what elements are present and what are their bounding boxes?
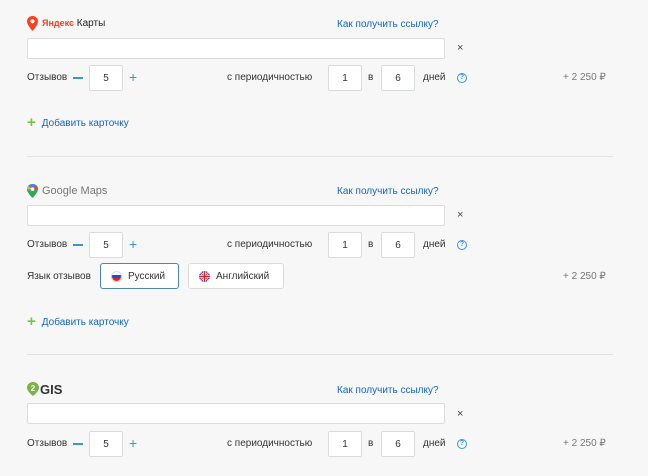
period-label: с периодичностью xyxy=(227,72,313,83)
plus-icon: + xyxy=(27,313,36,330)
divider xyxy=(27,156,613,157)
reviews-label: Отзывов xyxy=(27,239,68,250)
how-to-get-link[interactable]: Как получить ссылку? xyxy=(337,19,439,30)
yandex-logo-text: Яндекс Карты xyxy=(42,17,106,29)
language-option-label: Русский xyxy=(128,270,166,282)
add-card-button[interactable]: + Добавить карточку xyxy=(27,114,129,131)
period-in-label: в xyxy=(368,72,374,83)
period-count-input[interactable]: 1 xyxy=(328,65,362,91)
add-card-label: Добавить карточку xyxy=(41,117,129,129)
close-icon[interactable]: × xyxy=(457,209,463,221)
period-label: с периодичностью xyxy=(227,239,313,250)
map-pin-icon xyxy=(27,15,38,31)
language-option-russian[interactable]: Русский xyxy=(100,263,179,289)
google-logo-text: Google Maps xyxy=(42,185,108,197)
minus-icon[interactable] xyxy=(73,244,83,246)
yandex-section: Яндекс Карты Как получить ссылку? × Отзы… xyxy=(0,0,648,160)
how-to-get-link[interactable]: Как получить ссылку? xyxy=(337,186,439,197)
uk-flag-icon xyxy=(199,270,210,282)
reviews-label: Отзывов xyxy=(27,72,68,83)
close-icon[interactable]: × xyxy=(457,42,463,54)
minus-icon[interactable] xyxy=(73,77,83,79)
help-icon[interactable]: ? xyxy=(457,439,467,449)
google-maps-logo: Google Maps xyxy=(27,183,107,199)
plus-icon[interactable]: + xyxy=(129,436,137,450)
days-label: дней xyxy=(423,239,446,250)
plus-icon: + xyxy=(27,114,36,131)
add-card-button[interactable]: + Добавить карточку xyxy=(27,313,129,330)
plus-icon[interactable]: + xyxy=(129,70,137,84)
period-days-input[interactable]: 6 xyxy=(381,65,415,91)
reviews-count-input[interactable]: 5 xyxy=(89,232,123,258)
twogis-logo: 2 GIS xyxy=(27,381,62,397)
price-label: + 2 250 ₽ xyxy=(563,438,606,449)
help-icon[interactable]: ? xyxy=(457,73,467,83)
period-days-input[interactable]: 6 xyxy=(381,232,415,258)
how-to-get-link[interactable]: Как получить ссылку? xyxy=(337,385,439,396)
plus-icon[interactable]: + xyxy=(129,237,137,251)
price-label: + 2 250 ₽ xyxy=(563,271,606,282)
help-icon[interactable]: ? xyxy=(457,240,467,250)
language-option-label: Английский xyxy=(216,270,270,282)
google-maps-pin-icon xyxy=(27,184,38,198)
period-in-label: в xyxy=(368,239,374,250)
2gis-logo-icon: 2 xyxy=(27,382,39,396)
close-icon[interactable]: × xyxy=(457,408,463,420)
add-card-label: Добавить карточку xyxy=(41,316,129,328)
price-label: + 2 250 ₽ xyxy=(563,72,606,83)
url-input[interactable] xyxy=(27,205,445,226)
period-label: с периодичностью xyxy=(227,438,313,449)
yandex-maps-logo: Яндекс Карты xyxy=(27,15,105,31)
days-label: дней xyxy=(423,438,446,449)
period-count-input[interactable]: 1 xyxy=(328,232,362,258)
twogis-logo-text: GIS xyxy=(40,381,63,397)
period-in-label: в xyxy=(368,438,374,449)
period-days-input[interactable]: 6 xyxy=(381,431,415,457)
google-section: Google Maps Как получить ссылку? × Отзыв… xyxy=(0,160,648,360)
language-option-english[interactable]: Английский xyxy=(188,263,284,289)
reviews-count-input[interactable]: 5 xyxy=(89,431,123,457)
divider xyxy=(27,354,613,355)
russia-flag-icon xyxy=(111,270,122,282)
url-input[interactable] xyxy=(27,403,445,424)
days-label: дней xyxy=(423,72,446,83)
reviews-label: Отзывов xyxy=(27,438,68,449)
reviews-count-input[interactable]: 5 xyxy=(89,65,123,91)
svg-text:2: 2 xyxy=(31,384,36,393)
minus-icon[interactable] xyxy=(73,443,83,445)
twogis-section: 2 GIS Как получить ссылку? × Отзывов 5 +… xyxy=(0,360,648,476)
language-label: Язык отзывов xyxy=(27,271,91,282)
period-count-input[interactable]: 1 xyxy=(328,431,362,457)
url-input[interactable] xyxy=(27,38,445,59)
